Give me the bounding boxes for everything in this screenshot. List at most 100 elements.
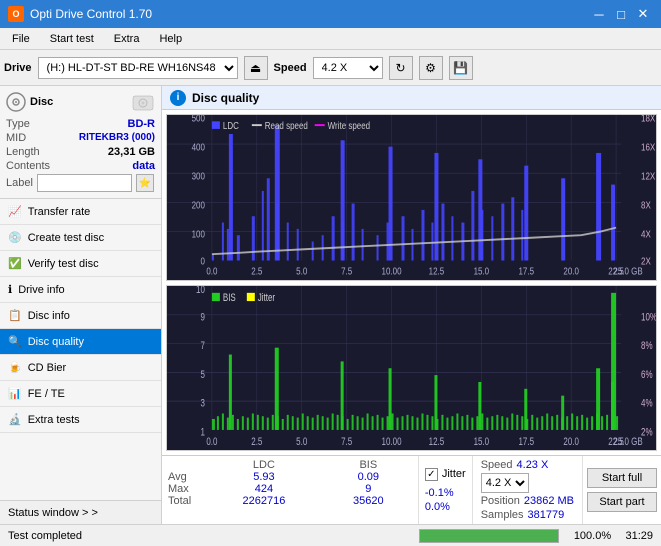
- svg-text:9: 9: [200, 311, 204, 324]
- disc-info-icon: 📋: [8, 309, 22, 322]
- svg-text:Write speed: Write speed: [328, 120, 370, 131]
- minimize-button[interactable]: ─: [589, 5, 609, 23]
- eject-button[interactable]: ⏏: [244, 56, 268, 80]
- jitter-section: ✓ Jitter -0.1% 0.0%: [418, 456, 472, 524]
- close-button[interactable]: ✕: [633, 5, 653, 23]
- svg-text:17.5: 17.5: [518, 266, 534, 277]
- sidebar-item-extra-tests[interactable]: 🔬 Extra tests: [0, 407, 161, 433]
- extra-tests-label: Extra tests: [28, 414, 80, 426]
- label-label: Label: [6, 177, 33, 189]
- svg-text:100: 100: [192, 229, 205, 240]
- svg-text:20.0: 20.0: [563, 266, 579, 277]
- label-input[interactable]: [37, 174, 132, 192]
- type-label: Type: [6, 118, 30, 130]
- status-text: Test completed: [8, 530, 411, 542]
- svg-text:15.0: 15.0: [474, 435, 490, 448]
- refresh-button[interactable]: ↻: [389, 56, 413, 80]
- drive-info-label: Drive info: [18, 284, 64, 296]
- drive-select[interactable]: (H:) HL-DT-ST BD-RE WH16NS48 1.D3: [38, 57, 238, 79]
- svg-text:400: 400: [192, 142, 205, 153]
- bis-chart: 1 3 5 7 9 10 2% 4% 6% 8% 10% 0.0 2.5 5.0: [166, 285, 657, 452]
- settings-button[interactable]: ⚙: [419, 56, 443, 80]
- content-area: i Disc quality: [162, 86, 661, 524]
- verify-test-disc-label: Verify test disc: [28, 258, 99, 270]
- label-button[interactable]: ⭐: [136, 174, 154, 192]
- app-title: Opti Drive Control 1.70: [30, 7, 152, 21]
- sidebar-item-verify-test-disc[interactable]: ✅ Verify test disc: [0, 251, 161, 277]
- drive-info-icon: ℹ: [8, 283, 12, 296]
- svg-text:0: 0: [200, 255, 204, 266]
- menu-file[interactable]: File: [4, 31, 38, 47]
- mid-label: MID: [6, 132, 26, 144]
- svg-text:10%: 10%: [641, 311, 656, 324]
- sidebar-item-cd-bier[interactable]: 🍺 CD Bier: [0, 355, 161, 381]
- cd-bier-label: CD Bier: [28, 362, 67, 374]
- save-button[interactable]: 💾: [449, 56, 473, 80]
- samples-value: 381779: [528, 509, 565, 521]
- svg-text:10: 10: [196, 286, 205, 296]
- jitter-checkbox[interactable]: ✓: [425, 468, 438, 481]
- charts-container: 100 200 300 400 0 500 2X 4X 8X 12X 16X 1…: [162, 110, 661, 455]
- main-layout: Disc Type BD-R MID RITEKBR3 (000) Length…: [0, 86, 661, 524]
- menu-extra[interactable]: Extra: [106, 31, 148, 47]
- svg-text:5.0: 5.0: [296, 435, 307, 448]
- svg-text:25.0 GB: 25.0 GB: [613, 266, 642, 277]
- position-label: Position: [481, 495, 520, 507]
- ldc-chart-svg: 100 200 300 400 0 500 2X 4X 8X 12X 16X 1…: [167, 115, 656, 280]
- transfer-rate-label: Transfer rate: [28, 206, 91, 218]
- svg-text:12.5: 12.5: [429, 266, 445, 277]
- disc-quality-icon: 🔍: [8, 335, 22, 348]
- sidebar-item-disc-info[interactable]: 📋 Disc info: [0, 303, 161, 329]
- verify-test-disc-icon: ✅: [8, 257, 22, 270]
- sidebar: Disc Type BD-R MID RITEKBR3 (000) Length…: [0, 86, 162, 524]
- disc-thumbnail: [131, 92, 155, 112]
- svg-text:25.0 GB: 25.0 GB: [613, 435, 642, 448]
- svg-text:Jitter: Jitter: [258, 291, 276, 304]
- total-ldc: 2262716: [203, 495, 325, 507]
- title-bar: O Opti Drive Control 1.70 ─ □ ✕: [0, 0, 661, 28]
- start-part-button[interactable]: Start part: [587, 492, 657, 512]
- svg-text:5.0: 5.0: [296, 266, 307, 277]
- sidebar-item-fe-te[interactable]: 📊 FE / TE: [0, 381, 161, 407]
- maximize-button[interactable]: □: [611, 5, 631, 23]
- nav-items: 📈 Transfer rate 💿 Create test disc ✅ Ver…: [0, 199, 161, 500]
- table-row: Total 2262716 35620: [168, 495, 412, 507]
- menu-start-test[interactable]: Start test: [42, 31, 102, 47]
- avg-jitter: -0.1%: [425, 487, 466, 499]
- ldc-header: LDC: [203, 459, 325, 471]
- table-row: Avg 5.93 0.09: [168, 471, 412, 483]
- svg-text:LDC: LDC: [223, 120, 239, 131]
- status-bar: Test completed 100.0% 31:29: [0, 524, 661, 546]
- bis-header: BIS: [325, 459, 412, 471]
- svg-text:17.5: 17.5: [519, 435, 535, 448]
- svg-text:8%: 8%: [641, 339, 653, 352]
- avg-bis: 0.09: [325, 471, 412, 483]
- menu-help[interactable]: Help: [151, 31, 190, 47]
- fe-te-label: FE / TE: [28, 388, 65, 400]
- disc-info-label: Disc info: [28, 310, 70, 322]
- speed-select[interactable]: 4.2 X: [313, 57, 383, 79]
- create-test-disc-icon: 💿: [8, 231, 22, 244]
- svg-text:0.0: 0.0: [206, 266, 217, 277]
- start-full-button[interactable]: Start full: [587, 468, 657, 488]
- sidebar-item-drive-info[interactable]: ℹ Drive info: [0, 277, 161, 303]
- sidebar-item-create-test-disc[interactable]: 💿 Create test disc: [0, 225, 161, 251]
- start-buttons: Start full Start part: [582, 456, 661, 524]
- svg-text:2.5: 2.5: [251, 435, 262, 448]
- ldc-chart: 100 200 300 400 0 500 2X 4X 8X 12X 16X 1…: [166, 114, 657, 281]
- speed-stat-select[interactable]: 4.2 X: [481, 473, 529, 493]
- sidebar-item-disc-quality[interactable]: 🔍 Disc quality: [0, 329, 161, 355]
- status-window-button[interactable]: Status window > >: [0, 500, 161, 524]
- stats-table: LDC BIS Avg 5.93 0.09 Max 424: [162, 456, 418, 524]
- create-test-disc-label: Create test disc: [28, 232, 104, 244]
- speed-stat-label: Speed: [481, 459, 513, 471]
- total-bis: 35620: [325, 495, 412, 507]
- svg-text:16X: 16X: [641, 142, 655, 153]
- svg-text:7.5: 7.5: [341, 435, 352, 448]
- svg-text:18X: 18X: [641, 115, 655, 124]
- disc-quality-label: Disc quality: [28, 336, 84, 348]
- sidebar-item-transfer-rate[interactable]: 📈 Transfer rate: [0, 199, 161, 225]
- speed-label: Speed: [274, 62, 307, 74]
- avg-ldc: 5.93: [203, 471, 325, 483]
- svg-text:15.0: 15.0: [474, 266, 490, 277]
